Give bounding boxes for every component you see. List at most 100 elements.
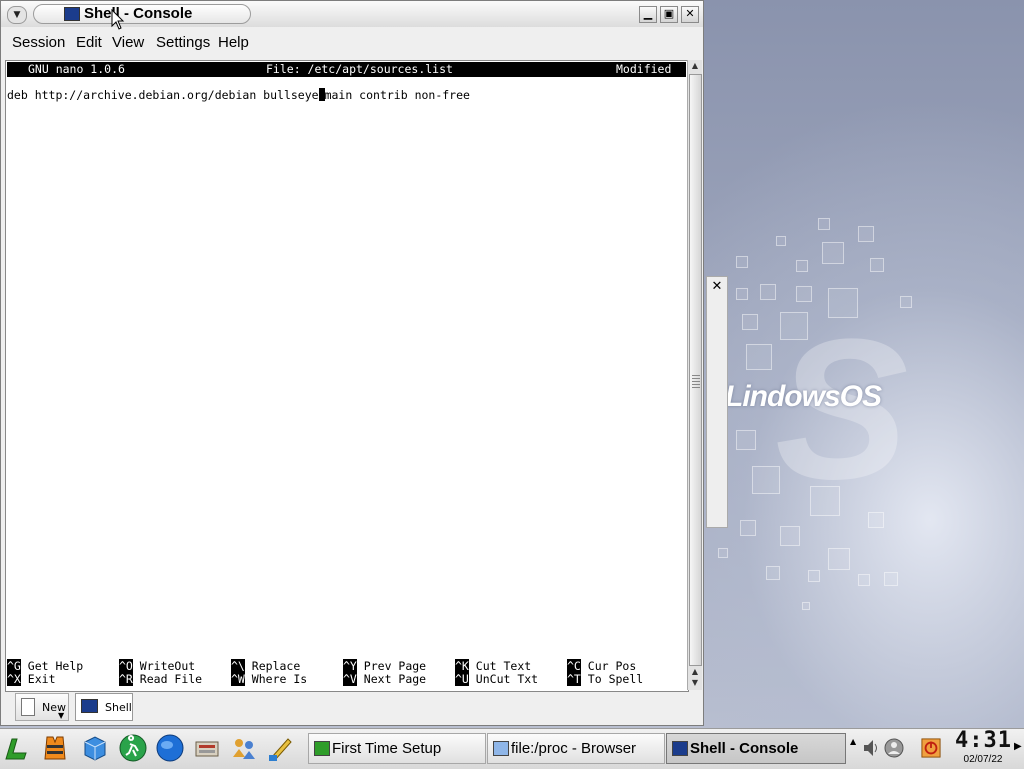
terminal-area[interactable]: GNU nano 1.0.6 File: /etc/apt/sources.li… (5, 60, 689, 692)
tray-arrow-icon[interactable]: ▲ (850, 737, 856, 746)
grip-icon (692, 375, 700, 389)
close-icon[interactable]: ✕ (707, 279, 727, 294)
paint-brush-icon[interactable] (266, 733, 296, 763)
menu-view[interactable]: View (112, 34, 144, 51)
shortcut-label: Read File (139, 672, 203, 686)
taskbar: First Time Setup file:/proc - Browser Sh… (0, 728, 1024, 769)
nano-version: GNU nano 1.0.6 (28, 62, 125, 76)
console-icon (64, 7, 80, 21)
session-tab-shell[interactable]: Shell (75, 693, 133, 721)
task-label: file:/proc - Browser (511, 740, 637, 757)
shortcut-where-is: ^W Where Is (231, 672, 308, 686)
window-titlebar[interactable]: ▼ Shell - Console ▁ ▣ ✕ (1, 1, 703, 27)
globe-icon[interactable] (155, 733, 185, 763)
shortcut-label: Where Is (251, 672, 308, 686)
shortcut-key: ^O (119, 659, 133, 673)
taskbar-task-first-time-setup[interactable]: First Time Setup (308, 733, 486, 764)
decor-square (760, 284, 776, 300)
shortcut-key: ^V (343, 672, 357, 686)
shortcut-read-file: ^R Read File (119, 672, 203, 686)
menu-help[interactable]: Help (218, 34, 249, 51)
nano-header-bar: GNU nano 1.0.6 File: /etc/apt/sources.li… (7, 62, 686, 77)
shortcut-key: ^X (7, 672, 21, 686)
scroll-down-icon[interactable]: ▼ (689, 677, 701, 689)
speaker-icon[interactable] (861, 737, 881, 759)
shortcut-to-spell: ^T To Spell (567, 672, 644, 686)
decor-square (884, 572, 898, 586)
chevron-right-icon[interactable]: ▶ (1014, 741, 1022, 752)
task-label: First Time Setup (332, 740, 442, 757)
session-tab-label: Shell (105, 701, 132, 714)
decor-square (776, 236, 786, 246)
session-tab-bar: New ▼ Shell (1, 692, 703, 725)
power-icon[interactable] (921, 737, 941, 759)
cube-icon[interactable] (80, 733, 110, 763)
task-label: Shell - Console (690, 740, 799, 757)
shortcut-label: Cur Pos (587, 659, 637, 673)
shortcut-label: Replace (251, 659, 301, 673)
close-button[interactable]: ✕ (681, 6, 699, 23)
decor-square (828, 548, 850, 570)
shortcut-label: Get Help (27, 659, 84, 673)
terminal-scrollbar[interactable]: ▲ ▲ ▼ (687, 60, 702, 690)
decor-square (736, 288, 748, 300)
line-text-before-cursor: deb http://archive.debian.org/debian bul… (7, 88, 319, 102)
shortcut-key: ^U (455, 672, 469, 686)
menu-edit[interactable]: Edit (76, 34, 102, 51)
shortcut-label: Exit (27, 672, 56, 686)
shortcut-label: Prev Page (363, 659, 427, 673)
taskbar-task-browser[interactable]: file:/proc - Browser (487, 733, 665, 764)
shortcut-next-page: ^V Next Page (343, 672, 426, 686)
menu-settings[interactable]: Settings (156, 34, 210, 51)
decor-square (740, 520, 756, 536)
clock-time[interactable]: 4:31 (955, 729, 1011, 753)
shortcut-key: ^Y (343, 659, 357, 673)
shortcut-label: Cut Text (475, 659, 532, 673)
decor-square (736, 256, 748, 268)
decor-square (796, 260, 808, 272)
decor-square (858, 574, 870, 586)
shortcut-key: ^W (231, 672, 245, 686)
decor-square (746, 344, 772, 370)
window-title-pill[interactable]: Shell - Console (33, 4, 251, 24)
user-icon[interactable] (884, 737, 904, 759)
decor-square (818, 218, 830, 230)
console-icon (672, 741, 688, 756)
minimize-button[interactable]: ▁ (639, 6, 657, 23)
file-cabinet-icon[interactable] (192, 733, 222, 763)
shortcut-key: ^G (7, 659, 21, 673)
network-people-icon[interactable] (229, 733, 259, 763)
taskbar-task-console[interactable]: Shell - Console (666, 733, 846, 764)
menu-session[interactable]: Session (12, 34, 65, 51)
scrollbar-thumb[interactable] (689, 74, 702, 666)
runner-icon[interactable] (118, 733, 148, 763)
decor-square (858, 226, 874, 242)
folder-icon (493, 741, 509, 756)
chevron-down-icon[interactable]: ▼ (58, 711, 64, 720)
background-panel[interactable]: ✕ (706, 276, 728, 528)
os-logo-text: LindowsOS (725, 380, 882, 413)
shortcut-label: To Spell (587, 672, 644, 686)
new-session-button[interactable]: New ▼ (15, 693, 69, 721)
window-title: Shell - Console (84, 5, 193, 22)
menubar: Session Edit View Settings Help (1, 29, 703, 57)
decor-square (802, 602, 810, 610)
decor-square (808, 570, 820, 582)
decor-square (870, 258, 884, 272)
life-vest-icon[interactable] (40, 733, 70, 763)
shortcut-key: ^C (567, 659, 581, 673)
file-content-line: deb http://archive.debian.org/debian bul… (7, 88, 470, 103)
console-icon (81, 699, 98, 713)
shortcut-label: WriteOut (139, 659, 196, 673)
start-menu-icon[interactable] (2, 733, 32, 763)
shortcut-uncut-text: ^U UnCut Txt (455, 672, 538, 686)
decor-square (742, 314, 758, 330)
clock-date: 02/07/22 (963, 754, 1003, 765)
shortcut-key: ^R (119, 672, 133, 686)
maximize-button[interactable]: ▣ (660, 6, 678, 23)
new-document-icon (21, 698, 35, 716)
window-menu-button[interactable]: ▼ (7, 6, 27, 24)
scroll-up-icon[interactable]: ▲ (689, 60, 701, 72)
console-window: ▼ Shell - Console ▁ ▣ ✕ Session Edit Vie… (0, 0, 704, 726)
nano-filename: File: /etc/apt/sources.list (266, 62, 453, 76)
